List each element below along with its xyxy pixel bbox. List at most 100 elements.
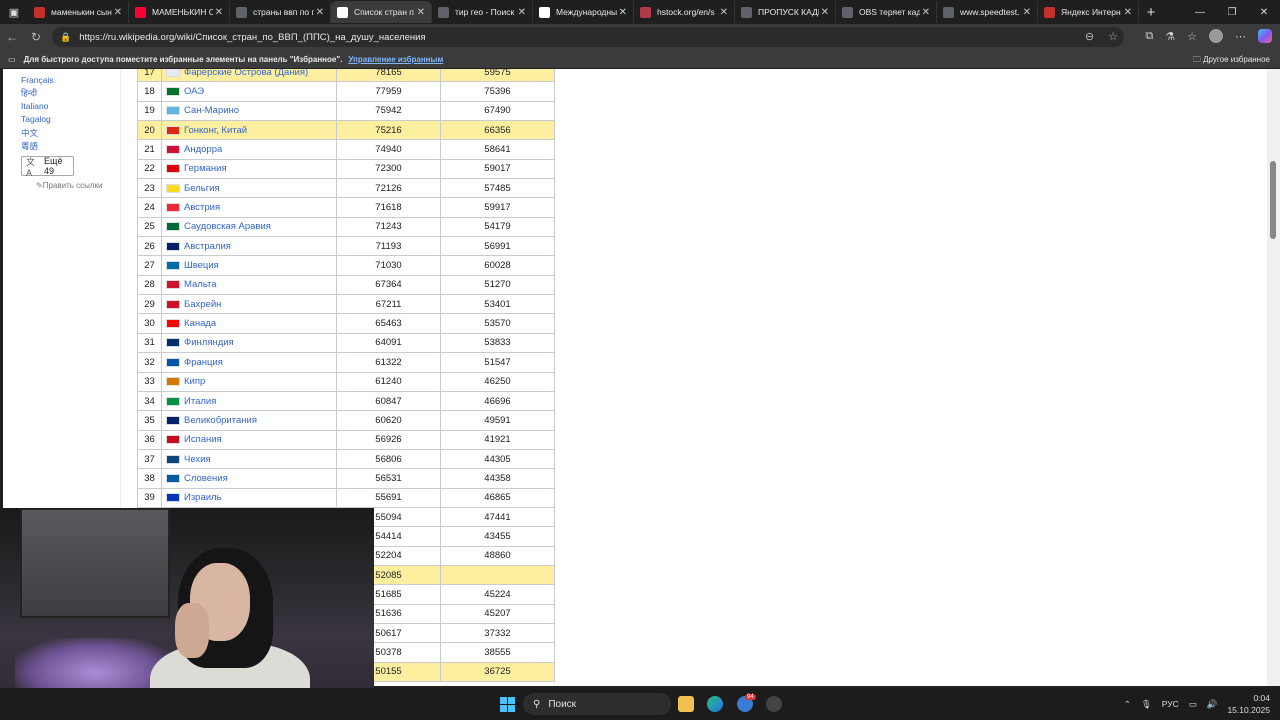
country-link[interactable]: Гонконг, Китай [184, 125, 247, 136]
country-link[interactable]: Саудовская Аравия [184, 221, 271, 232]
tab-close-icon[interactable]: ✕ [314, 7, 324, 18]
lang-link[interactable]: Italiano [21, 101, 48, 111]
country-link[interactable]: Испания [184, 434, 222, 445]
country-link[interactable]: Израиль [184, 492, 222, 503]
minimize-icon[interactable]: — [1184, 0, 1216, 24]
country-link[interactable]: Великобритания [184, 415, 257, 426]
copilot-icon[interactable] [1258, 29, 1272, 43]
tab-actions-icon[interactable]: ▣ [0, 0, 28, 24]
favorite-star-icon[interactable]: ☆ [1108, 30, 1118, 43]
table-row: 29 Бахрейн 67211 53401 [137, 294, 555, 315]
lang-link[interactable]: Français [21, 75, 54, 85]
app-icon[interactable] [766, 696, 782, 712]
country-link[interactable]: Италия [184, 396, 216, 407]
browser-tab[interactable]: МАМЕНЬКИН С ✕ [129, 1, 230, 23]
gdp-value-cell: 67364 [336, 274, 441, 296]
file-explorer-icon[interactable] [678, 696, 694, 712]
country-link[interactable]: Бельгия [184, 183, 220, 194]
page-scrollbar[interactable] [1267, 69, 1280, 686]
flag-icon [166, 377, 180, 387]
table-row: 28 Мальта 67364 51270 [137, 274, 555, 296]
edge-icon[interactable] [707, 696, 723, 712]
tab-close-icon[interactable]: ✕ [112, 7, 122, 18]
tab-close-icon[interactable]: ✕ [1021, 7, 1031, 18]
split-screen-icon[interactable]: ⚗ [1165, 30, 1175, 43]
reading-mode-icon[interactable]: ⊖ [1085, 30, 1094, 43]
lang-link[interactable]: Tagalog [21, 114, 51, 124]
close-window-icon[interactable]: ✕ [1248, 0, 1280, 24]
more-menu-icon[interactable]: ⋯ [1235, 30, 1246, 43]
country-link[interactable]: Фарерские Острова (Дания) [184, 69, 308, 78]
lock-icon[interactable]: 🔒 [60, 32, 71, 43]
manage-favorites-link[interactable]: Управление избранным [348, 55, 443, 64]
country-link[interactable]: Франция [184, 357, 223, 368]
back-icon[interactable]: ← [0, 30, 24, 44]
country-link[interactable]: Австралия [184, 241, 231, 252]
taskbar-search[interactable]: ⚲ Поиск [523, 693, 671, 715]
tab-close-icon[interactable]: ✕ [516, 7, 526, 18]
browser-tab[interactable]: Список стран п ✕ [331, 1, 432, 23]
browser-tab[interactable]: тир гео - Поиск ✕ [432, 1, 533, 23]
gdp-value-cell: 56531 [336, 468, 441, 489]
tab-close-icon[interactable]: ✕ [819, 7, 829, 18]
browser-tab[interactable]: ПРОПУСК КАДР ✕ [735, 1, 836, 23]
browser-tab[interactable]: www.speedtest. ✕ [937, 1, 1038, 23]
browser-tab[interactable]: Международны ✕ [533, 1, 634, 23]
country-link[interactable]: Чехия [184, 454, 211, 465]
taskbar-search-label: Поиск [548, 698, 577, 710]
profile-avatar[interactable] [1209, 29, 1223, 43]
network-icon[interactable]: ▭ [1189, 699, 1197, 710]
country-link[interactable]: Австрия [184, 202, 220, 213]
gdp-value-cell: 44305 [440, 448, 555, 470]
other-favorites-button[interactable]: 🗀 Другое избранное [1193, 54, 1270, 68]
clock[interactable]: 0:04 15.10.2025 [1227, 692, 1270, 716]
tab-close-icon[interactable]: ✕ [920, 7, 930, 18]
gdp-value-cell: 51547 [440, 352, 555, 373]
browser-tab[interactable]: Яндекс Интерн ✕ [1038, 1, 1139, 23]
chevron-up-icon[interactable]: ⌃ [1124, 699, 1131, 710]
flag-icon [166, 261, 180, 271]
browser-tab[interactable]: страны ввп по п ✕ [230, 1, 331, 23]
country-link[interactable]: Бахрейн [184, 299, 221, 310]
gdp-value-cell [440, 564, 555, 586]
country-link[interactable]: Андорра [184, 144, 222, 155]
country-link[interactable]: Финляндия [184, 337, 234, 348]
flag-icon [166, 357, 180, 367]
country-link[interactable]: Швеция [184, 260, 219, 271]
lang-link[interactable]: हिन्दी [21, 88, 37, 99]
tab-title: тир гео - Поиск [455, 7, 515, 17]
lang-link[interactable]: 中文 [21, 127, 38, 139]
tab-close-icon[interactable]: ✕ [718, 7, 728, 18]
more-languages-button[interactable]: 文A Ещё 49 [21, 156, 74, 178]
scrollbar-thumb[interactable] [1270, 161, 1276, 239]
restore-icon[interactable]: ❐ [1216, 0, 1248, 24]
country-link[interactable]: Кипр [184, 376, 205, 387]
country-link[interactable]: Канада [184, 318, 216, 329]
country-link[interactable]: Мальта [184, 279, 217, 290]
tab-close-icon[interactable]: ✕ [213, 7, 223, 18]
new-tab-button[interactable]: + [1139, 4, 1163, 21]
country-link[interactable]: Сан-Марино [184, 105, 239, 116]
browser-tab[interactable]: OBS теряет кад ✕ [836, 1, 937, 23]
start-button[interactable] [500, 697, 515, 712]
volume-icon[interactable]: 🔊 [1207, 699, 1218, 710]
favorites-icon[interactable]: ☆ [1187, 30, 1197, 43]
country-link[interactable]: Словения [184, 473, 228, 484]
extensions-icon[interactable]: ⧉ [1145, 30, 1153, 43]
microphone-icon[interactable]: 🎙 [1141, 699, 1152, 710]
country-cell: Кипр [161, 371, 337, 392]
country-link[interactable]: Германия [184, 163, 227, 174]
tab-close-icon[interactable]: ✕ [1122, 7, 1132, 18]
gdp-value-cell: 60028 [440, 255, 555, 276]
country-link[interactable]: ОАЭ [184, 86, 204, 97]
refresh-icon[interactable]: ↻ [24, 30, 48, 44]
browser-tab[interactable]: маменькин сын ✕ [28, 1, 129, 23]
tab-close-icon[interactable]: ✕ [617, 7, 627, 18]
browser-tab[interactable]: hstock.org/en/s ✕ [634, 1, 735, 23]
tab-close-icon[interactable]: ✕ [415, 7, 425, 18]
address-bar[interactable]: 🔒 https://ru.wikipedia.org/wiki/Список_с… [52, 27, 1124, 47]
edit-links-link[interactable]: ✎Править ссылки [36, 181, 103, 190]
rank-cell: 38 [137, 468, 162, 489]
lang-link[interactable]: 粵語 [21, 140, 38, 152]
language-indicator[interactable]: РУС [1162, 699, 1179, 709]
